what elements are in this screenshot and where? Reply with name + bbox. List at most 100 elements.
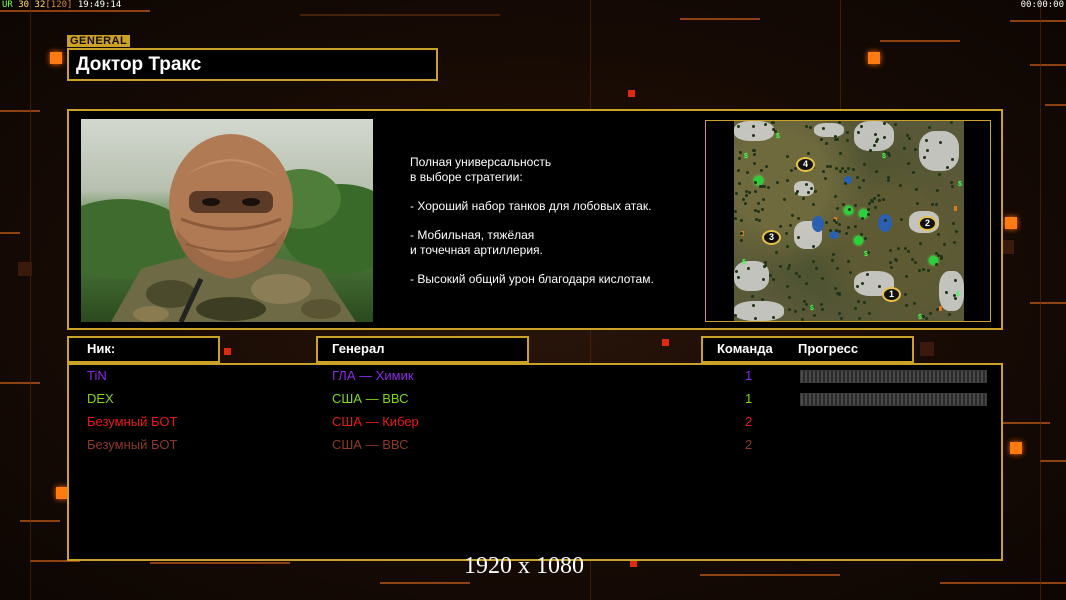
minimap-tree [936,308,939,311]
minimap-tree [912,171,915,174]
player-team: 1 [745,391,753,406]
minimap-tree [831,259,834,262]
description-line: - Мобильная, тяжёлая и точечная артиллер… [410,228,543,257]
minimap-tree [834,195,837,198]
minimap-tree [810,187,813,190]
minimap-tree [805,125,808,128]
minimap-tree [734,217,737,220]
minimap-tree [798,275,801,278]
general-info-panel: Полная универсальность в выборе стратеги… [67,109,1003,330]
general-portrait [81,119,373,322]
minimap-tree [945,291,948,294]
minimap-tree [821,277,824,280]
minimap-tree [772,121,775,124]
minimap-tree [805,303,808,306]
minimap-tree [764,123,767,126]
clock: 19:49:14 [77,0,122,10]
minimap-tree [763,185,766,188]
minimap-tree [779,225,782,228]
minimap-tree [863,301,866,304]
column-label-team: Команда [717,341,773,356]
minimap-tree [952,222,955,225]
minimap-tree [846,139,849,142]
minimap-tree [939,141,942,144]
logic-value: 32 [34,0,46,10]
minimap-tree [757,202,760,205]
minimap-tree [740,219,743,222]
minimap-tree [735,192,738,195]
minimap-tree [834,138,837,141]
player-team: 1 [745,368,753,383]
minimap-tree [744,202,747,205]
minimap-tree [753,162,756,165]
minimap-tree [890,266,893,269]
player-row[interactable]: DEX США — ВВС 1 [69,390,1001,410]
player-row[interactable]: Безумный БОТ США — ВВС 2 [69,436,1001,456]
minimap-tree [737,169,740,172]
minimap-tree [824,177,827,180]
cash-icon: $ [882,153,886,160]
minimap-tree [936,189,939,192]
minimap-tree [812,245,815,248]
start-position-4: 4 [796,157,815,172]
minimap-tree [857,300,860,303]
minimap-tree [820,138,823,141]
minimap-tree [908,137,911,140]
minimap-tree [899,184,902,187]
minimap-tree [788,296,791,299]
minimap-tree [929,312,932,315]
minimap-tree [772,128,775,131]
minimap-tree [820,303,823,306]
minimap-tree [742,198,745,201]
minimap-tree [838,223,841,226]
minimap-tree [760,169,763,172]
minimap-tree [847,260,850,263]
minimap-tree [860,233,863,236]
description-line: - Высокий общий урон благодаря кислотам. [410,272,654,286]
minimap-tree [797,236,800,239]
minimap-tree [805,183,808,186]
player-nick: TiN [87,368,107,383]
minimap-tree [866,273,869,276]
description-line: Полная универсальность в выборе стратеги… [410,155,552,184]
minimap-tree [950,121,953,124]
minimap-tree [839,170,842,173]
minimap-tree [752,304,755,307]
general-title-box: Доктор Тракс [67,48,438,81]
minimap-tree [785,232,788,235]
player-row[interactable]: TiN ГЛА — Химик 1 [69,367,1001,387]
player-general: США — Кибер [332,414,419,429]
minimap-tree [950,181,953,184]
minimap-tree [874,133,877,136]
minimap-tree [875,140,878,143]
minimap-tree [869,149,872,152]
player-nick: DEX [87,391,114,406]
minimap-tree [807,191,810,194]
minimap-tree [838,292,841,295]
minimap-tree [923,156,926,159]
minimap-tree [914,261,917,264]
minimap-tree [846,131,849,134]
minimap-tree [772,316,775,319]
minimap-tree [863,163,866,166]
minimap-tree [825,142,828,145]
player-row[interactable]: Безумный БОТ США — Кибер 2 [69,413,1001,433]
fps-label: UR [2,0,13,10]
minimap-tree [925,317,928,320]
minimap-tree [919,242,922,245]
column-header-team-progress: Команда Прогресс [701,336,914,363]
minimap-tree [797,217,800,220]
player-nick: Безумный БОТ [87,437,178,452]
player-general: ГЛА — Химик [332,368,414,383]
minimap-tree [935,203,938,206]
minimap-tree [852,168,855,171]
minimap-tree [809,126,812,129]
minimap-tree [794,310,797,313]
minimap-tree [867,208,870,211]
column-label-progress: Прогресс [798,341,859,356]
minimap-tree [765,165,768,168]
minimap-tree [911,258,914,261]
minimap-tree [856,176,859,179]
minimap-tree [788,264,791,267]
minimap-tree [757,210,760,213]
